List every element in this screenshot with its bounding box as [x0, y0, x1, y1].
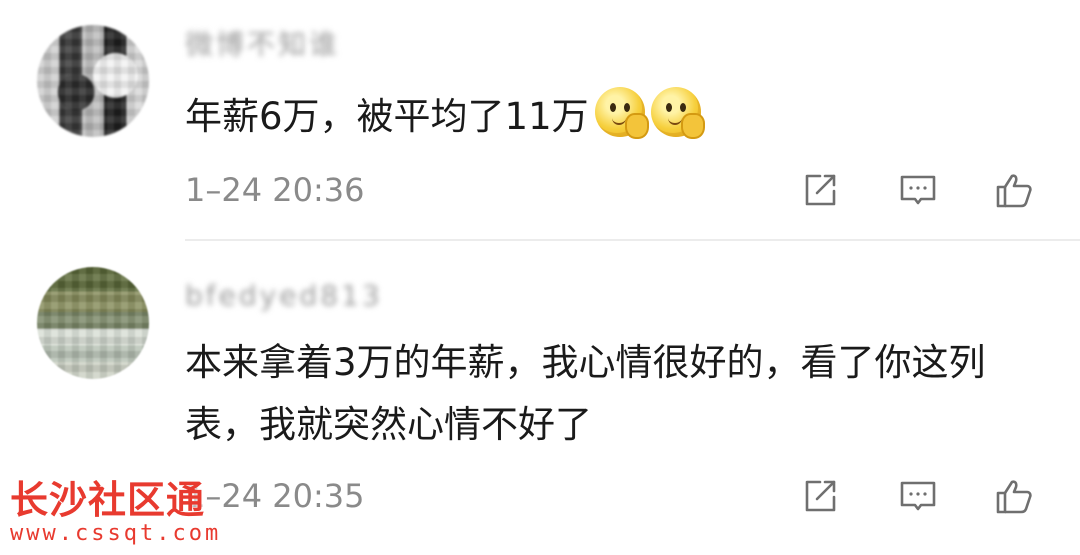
comment-timestamp: 1–24 20:36 [185, 171, 365, 209]
username[interactable]: bfedyed813 [185, 279, 383, 313]
thumbs-up-icon [996, 174, 1032, 208]
share-icon [805, 480, 836, 512]
comment-icon [900, 481, 936, 511]
share-button[interactable] [798, 168, 842, 212]
avatar-mosaic [37, 25, 149, 137]
reply-button[interactable] [896, 168, 940, 212]
comment-icon [900, 175, 936, 205]
thinking-face-icon [594, 87, 649, 139]
avatar-mosaic [37, 267, 149, 379]
thumbs-up-icon [996, 480, 1032, 514]
username[interactable]: 微博不知谁 [185, 28, 340, 62]
avatar[interactable] [37, 267, 149, 379]
like-button[interactable] [992, 168, 1036, 212]
like-button[interactable] [992, 474, 1036, 518]
comment-text: 本来拿着3万的年薪，我心情很好的，看了你这列表，我就突然心情不好了 [185, 341, 986, 446]
reply-button[interactable] [896, 474, 940, 518]
watermark-url: www.cssqt.com [10, 521, 222, 546]
thinking-face-icon [650, 87, 705, 139]
share-icon [805, 174, 836, 206]
share-button[interactable] [798, 474, 842, 518]
avatar[interactable] [37, 25, 149, 137]
comment-text-content: 年薪6万，被平均了11万 [185, 95, 589, 138]
comment-item: 微博不知谁 年薪6万，被平均了11万 1–24 20:36 [0, 0, 1080, 240]
watermark: 长沙社区通 www.cssqt.com [10, 478, 220, 548]
watermark-title: 长沙社区通 [10, 478, 206, 522]
comment-text: 年薪6万，被平均了11万 [185, 86, 1040, 148]
